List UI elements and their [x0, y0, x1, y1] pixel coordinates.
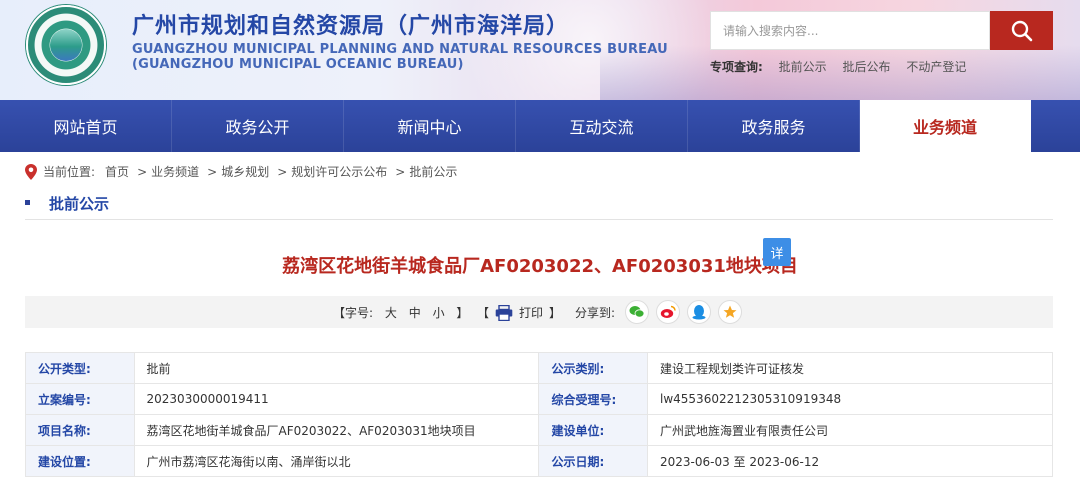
site-title-en-line2: (GUANGZHOU MUNICIPAL OCEANIC BUREAU) [132, 57, 464, 72]
nav-item-home[interactable]: 网站首页 [0, 100, 172, 152]
print-prefix: 【 [477, 306, 490, 320]
font-size-suffix: 】 [456, 306, 469, 320]
font-size-small-button[interactable]: 小 [433, 306, 445, 320]
value-announcement-date: 2023-06-03 至 2023-06-12 [647, 445, 1053, 477]
font-size-control: 【字号: 大 中 小 】 [333, 304, 468, 321]
label-announcement-category: 公示类别: [538, 352, 648, 384]
breadcrumb-separator: > [207, 164, 218, 179]
search-icon [1011, 20, 1033, 42]
nav-item-gov-affairs[interactable]: 政务公开 [172, 100, 344, 152]
label-announcement-date: 公示日期: [538, 445, 648, 477]
quick-query-label: 专项查询: [710, 60, 763, 74]
value-construction-unit: 广州武地旌海置业有限责任公司 [647, 414, 1053, 446]
weibo-icon[interactable] [656, 300, 680, 324]
main-nav: 网站首页 政务公开 新闻中心 互动交流 政务服务 业务频道 [0, 100, 1080, 152]
nav-item-services[interactable]: 政务服务 [688, 100, 860, 152]
print-suffix: 】 [549, 306, 562, 320]
printer-icon [495, 304, 513, 321]
value-construction-location: 广州市荔湾区花海街以南、涌岸街以北 [133, 445, 540, 477]
label-case-number: 立案编号: [25, 383, 135, 415]
table-row: 公开类型: 批前 公示类别: 建设工程规划类许可证核发 [25, 352, 1053, 384]
breadcrumb-separator: > [137, 164, 148, 179]
site-title-cn: 广州市规划和自然资源局（广州市海洋局） [132, 14, 570, 39]
font-size-medium-button[interactable]: 中 [409, 306, 421, 320]
detail-badge[interactable]: 详 [763, 238, 791, 266]
section-title: 批前公示 [49, 195, 110, 213]
project-info-table: 公开类型: 批前 公示类别: 建设工程规划类许可证核发 立案编号: 202303… [25, 352, 1053, 477]
site-header: 广州市规划和自然资源局（广州市海洋局） GUANGZHOU MUNICIPAL … [0, 0, 1080, 100]
label-construction-location: 建设位置: [25, 445, 135, 477]
search-button[interactable] [990, 11, 1053, 50]
label-construction-unit: 建设单位: [538, 414, 648, 446]
nav-item-interaction[interactable]: 互动交流 [516, 100, 688, 152]
search-input[interactable] [710, 11, 990, 50]
table-row: 立案编号: 2023030000019411 综合受理号: lw45536022… [25, 383, 1053, 415]
site-title-en-line1: GUANGZHOU MUNICIPAL PLANNING AND NATURAL… [132, 42, 668, 57]
location-pin-icon [25, 163, 37, 180]
breadcrumb-label: 当前位置: [43, 165, 96, 179]
value-case-number: 2023030000019411 [133, 383, 540, 415]
breadcrumb-separator: > [395, 164, 406, 179]
nav-item-news[interactable]: 新闻中心 [344, 100, 516, 152]
print-button[interactable]: 打印 [519, 304, 543, 321]
breadcrumb-urban-planning[interactable]: 城乡规划 [221, 163, 269, 180]
breadcrumb-permit-announcements[interactable]: 规划许可公示公布 [291, 163, 387, 180]
nav-item-business-channel[interactable]: 业务频道 [860, 100, 1031, 152]
label-acceptance-number: 综合受理号: [538, 383, 648, 415]
share-label: 分享到: [575, 306, 616, 320]
article-title: 荔湾区花地街羊城食品厂AF0203022、AF0203031地块项目 [282, 256, 798, 277]
article-toolbar: 【字号: 大 中 小 】 【 打印 】 分享到: [25, 296, 1053, 328]
breadcrumb-pre-approval[interactable]: 批前公示 [409, 163, 457, 180]
qzone-icon[interactable] [687, 300, 711, 324]
quick-link-post-approval[interactable]: 批后公布 [842, 60, 890, 74]
table-row: 项目名称: 荔湾区花地街羊城食品厂AF0203022、AF0203031地块项目… [25, 414, 1053, 446]
value-disclosure-type: 批前 [133, 352, 540, 384]
label-project-name: 项目名称: [25, 414, 135, 446]
value-project-name: 荔湾区花地街羊城食品厂AF0203022、AF0203031地块项目 [133, 414, 540, 446]
wechat-icon[interactable] [625, 300, 649, 324]
quick-link-real-estate[interactable]: 不动产登记 [906, 60, 966, 74]
section-bullet-icon [25, 200, 30, 205]
bureau-logo-icon[interactable] [26, 5, 106, 85]
font-size-large-button[interactable]: 大 [385, 306, 397, 320]
value-announcement-category: 建设工程规划类许可证核发 [647, 352, 1053, 384]
label-disclosure-type: 公开类型: [25, 352, 135, 384]
value-acceptance-number: lw45536022123053109193​48 [647, 383, 1053, 415]
breadcrumb-separator: > [277, 164, 288, 179]
quick-query-bar: 专项查询: 批前公示 批后公布 不动产登记 [710, 58, 978, 75]
print-control[interactable]: 【 打印 】 [477, 304, 561, 321]
quick-link-pre-approval[interactable]: 批前公示 [779, 60, 827, 74]
section-header: 批前公示 [25, 190, 1053, 220]
breadcrumb: 当前位置: 首页 > 业务频道 > 城乡规划 > 规划许可公示公布 > 批前公示 [25, 163, 461, 180]
breadcrumb-business-channel[interactable]: 业务频道 [151, 163, 199, 180]
font-size-prefix: 【字号: [333, 306, 374, 320]
breadcrumb-home[interactable]: 首页 [105, 163, 129, 180]
table-row: 建设位置: 广州市荔湾区花海街以南、涌岸街以北 公示日期: 2023-06-03… [25, 445, 1053, 477]
favorite-icon[interactable] [718, 300, 742, 324]
